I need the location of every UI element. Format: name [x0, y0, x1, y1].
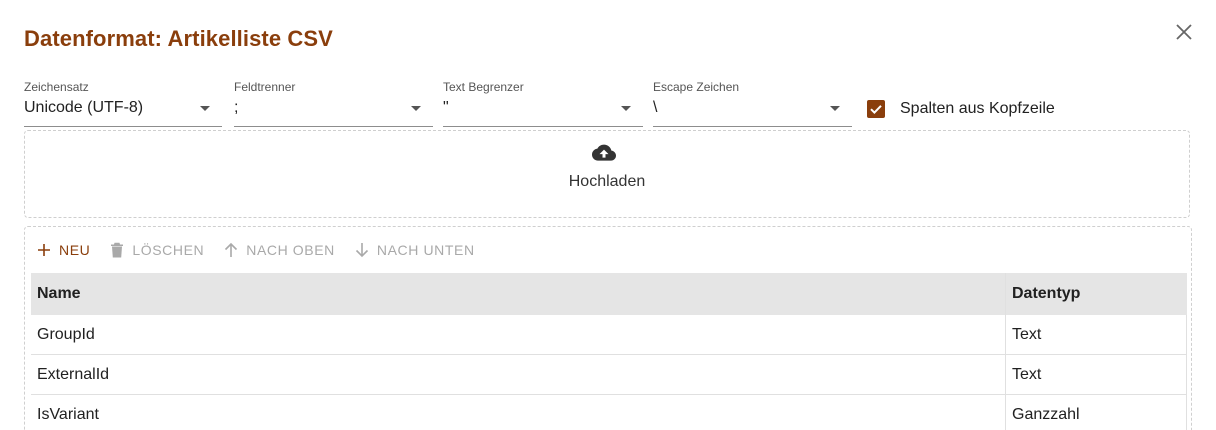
separator-value: ;: [234, 99, 239, 116]
upload-dropzone[interactable]: Hochladen: [24, 130, 1190, 218]
table-row[interactable]: ExternalId Text: [31, 354, 1187, 395]
move-down-button-label: NACH UNTEN: [376, 242, 475, 258]
row-type: Text: [1005, 315, 1187, 355]
columns-table: Name Datentyp GroupId Text ExternalId Te…: [31, 273, 1187, 430]
check-icon: [870, 105, 882, 115]
dialog: Datenformat: Artikelliste CSV Zeichensat…: [0, 0, 1216, 430]
separator-select[interactable]: Feldtrenner ;: [234, 78, 433, 127]
header-checkbox-label: Spalten aus Kopfzeile: [900, 100, 1055, 117]
escape-value: \: [653, 99, 658, 116]
escape-label: Escape Zeichen: [653, 80, 740, 94]
text-delimiter-value: ": [443, 99, 449, 116]
delete-button-label: LÖSCHEN: [132, 242, 205, 258]
text-delimiter-label: Text Begrenzer: [443, 80, 524, 94]
columns-panel: NEU LÖSCHEN NACH OBEN NACH UNTEN Name Da…: [24, 226, 1192, 430]
table-row[interactable]: GroupId Text: [31, 315, 1187, 355]
arrow-up-icon: [225, 242, 238, 257]
chevron-down-icon: [621, 106, 631, 111]
row-name: ExternalId: [31, 354, 1006, 395]
delete-button[interactable]: LÖSCHEN: [110, 242, 204, 258]
row-name: IsVariant: [31, 394, 1006, 430]
trash-icon: [111, 242, 124, 258]
move-up-button-label: NACH OBEN: [246, 242, 335, 258]
plus-icon: [38, 244, 50, 256]
close-button[interactable]: [1172, 20, 1196, 44]
charset-value: Unicode (UTF-8): [24, 99, 144, 116]
new-button[interactable]: NEU: [37, 242, 90, 258]
arrow-down-icon: [355, 243, 368, 258]
header-checkbox-row[interactable]: Spalten aus Kopfzeile: [867, 98, 1055, 120]
close-icon: [1176, 24, 1192, 40]
cloud-upload-icon: [592, 144, 616, 161]
chevron-down-icon: [411, 106, 421, 111]
column-header-type[interactable]: Datentyp: [1005, 273, 1187, 315]
table-header-row: Name Datentyp: [31, 273, 1187, 315]
row-type: Ganzzahl: [1005, 394, 1187, 430]
columns-toolbar: NEU LÖSCHEN NACH OBEN NACH UNTEN: [37, 239, 495, 261]
header-checkbox[interactable]: [867, 100, 885, 118]
dialog-title: Datenformat: Artikelliste CSV: [24, 26, 333, 51]
move-down-button[interactable]: NACH UNTEN: [355, 242, 475, 258]
column-header-name[interactable]: Name: [31, 273, 1006, 315]
move-up-button[interactable]: NACH OBEN: [224, 242, 335, 258]
text-delimiter-select[interactable]: Text Begrenzer ": [443, 78, 643, 127]
table-row[interactable]: IsVariant Ganzzahl: [31, 394, 1187, 430]
new-button-label: NEU: [59, 242, 91, 258]
upload-label: Hochladen: [568, 173, 646, 190]
escape-select[interactable]: Escape Zeichen \: [653, 78, 852, 127]
charset-select[interactable]: Zeichensatz Unicode (UTF-8): [24, 78, 222, 127]
charset-label: Zeichensatz: [24, 80, 89, 94]
chevron-down-icon: [200, 106, 210, 111]
separator-label: Feldtrenner: [234, 80, 296, 94]
row-name: GroupId: [31, 315, 1006, 355]
chevron-down-icon: [830, 106, 840, 111]
row-type: Text: [1005, 354, 1187, 395]
